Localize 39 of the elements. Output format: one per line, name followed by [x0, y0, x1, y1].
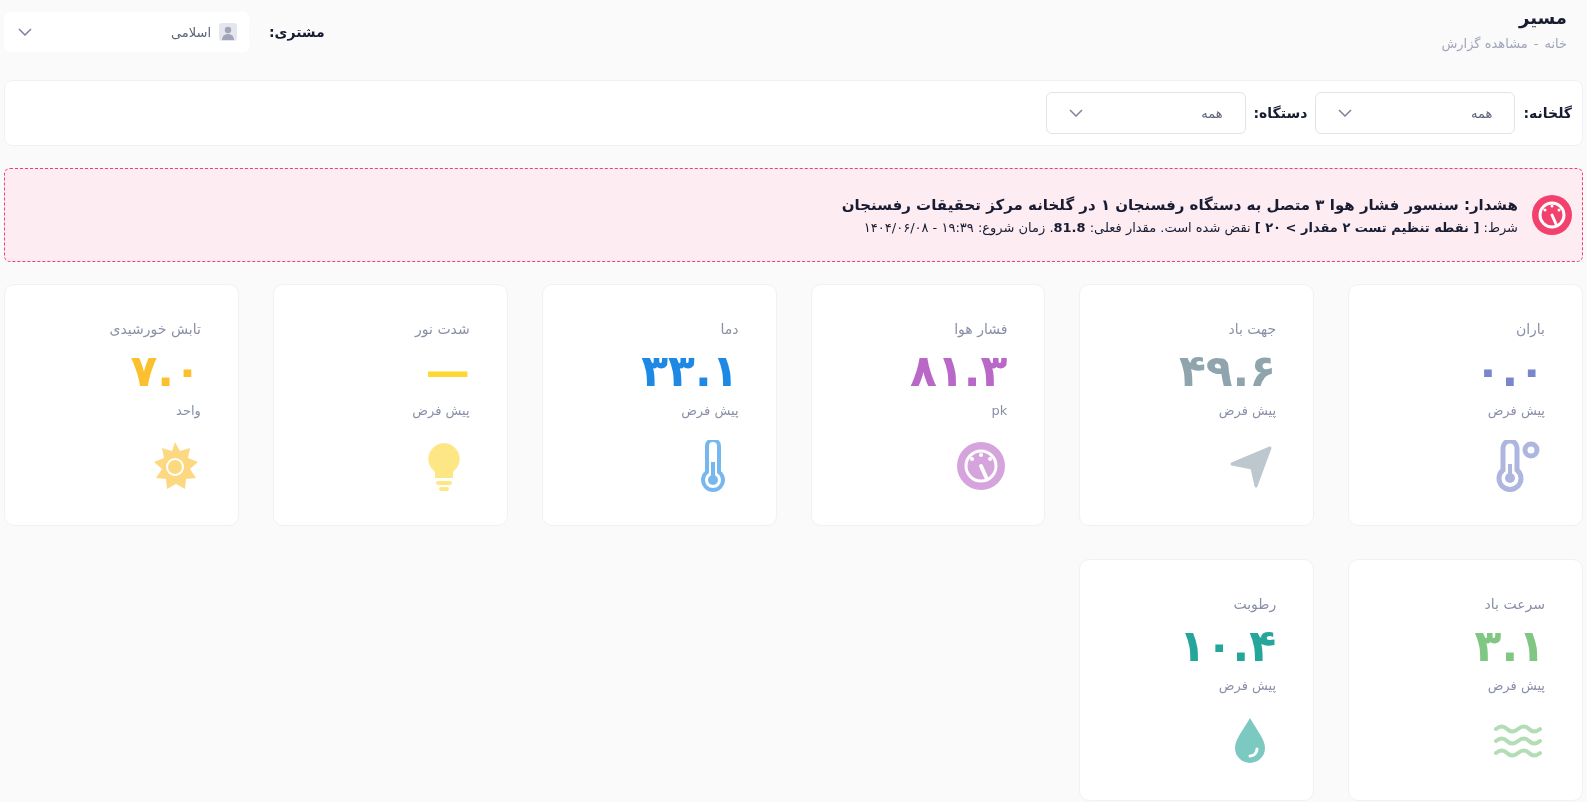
sensor-value: ۰.۰ — [1474, 344, 1545, 398]
sensor-name: رطوبت — [1233, 596, 1277, 612]
customer-label: مشتری: — [269, 24, 325, 40]
sensor-name: سرعت باد — [1484, 596, 1545, 612]
filter-label: گلخانه: — [1523, 105, 1572, 121]
filter-label: دستگاه: — [1253, 105, 1308, 121]
gauge-icon — [955, 440, 1008, 492]
sensor-value: ۱۰.۴ — [1178, 619, 1277, 673]
sensor-unit: پیش فرض — [1487, 403, 1545, 418]
sensor-unit: pk — [991, 403, 1008, 418]
gauge-icon — [1532, 195, 1572, 235]
sensor-name: جهت باد — [1228, 321, 1277, 337]
alert-title: هشدار: سنسور فشار هوا ۳ متصل به دستگاه رفسنجان ۱ در گلخانه مرکز تحقیقات رفسنجان — [841, 195, 1518, 214]
sensor-value: ۸۱.۳ — [910, 344, 1008, 398]
page-title: مسیر — [1519, 6, 1567, 30]
filter-select[interactable]: همه — [1045, 92, 1246, 134]
sensor-value: ۴۹.۶ — [1178, 344, 1277, 398]
sensor-name: فشار هوا — [954, 321, 1008, 337]
sensor-value: ۳.۱ — [1474, 619, 1545, 673]
customer-select[interactable]: اسلامی — [4, 12, 249, 52]
sensor-unit: پیش فرض — [681, 403, 739, 418]
sensor-name: تابش خورشیدی — [109, 321, 201, 337]
user-avatar-icon — [219, 23, 237, 41]
sensor-value: ۷.۰ — [130, 344, 201, 398]
caret-icon — [1068, 109, 1083, 117]
breadcrumb-separator: - — [1533, 36, 1539, 51]
filter-select[interactable]: همه — [1315, 92, 1516, 134]
sensor-unit: پیش فرض — [412, 403, 470, 418]
sensor-unit: پیش فرض — [1218, 403, 1277, 418]
caret-icon — [18, 28, 32, 36]
sensor-name: باران — [1515, 321, 1545, 337]
sensor-unit: واحد — [176, 403, 201, 418]
sensor-name: دما — [720, 321, 739, 337]
sensor-value: ۳۳.۱ — [641, 344, 739, 398]
sensor-value: — — [425, 344, 470, 398]
sensor-unit: پیش فرض — [1487, 678, 1545, 693]
sensor-name: شدت نور — [415, 321, 470, 337]
sensor-unit: پیش فرض — [1218, 678, 1277, 693]
caret-icon — [1338, 109, 1353, 117]
